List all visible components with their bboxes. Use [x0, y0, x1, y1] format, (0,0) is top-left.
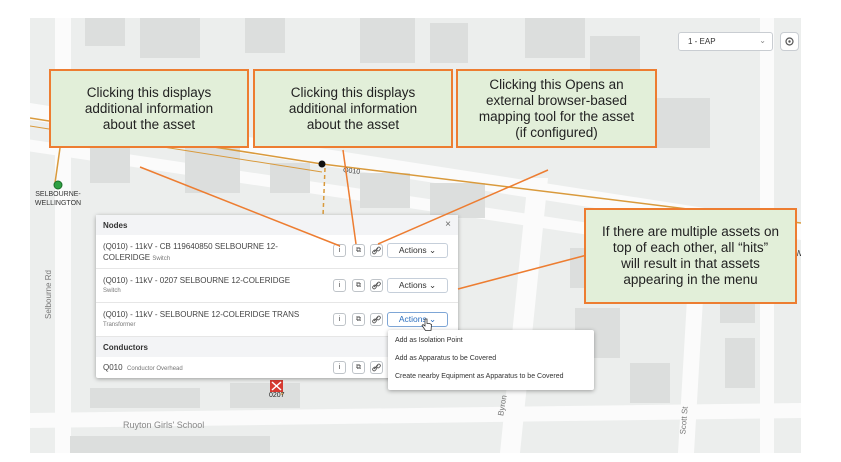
link-icon [372, 281, 381, 290]
info-button[interactable]: i [333, 361, 346, 374]
link-button[interactable] [370, 313, 383, 326]
layer-select[interactable]: 1 - EAP ⌄ [678, 32, 773, 51]
conductor-row-name: Q010 Conductor Overhead [103, 363, 183, 372]
copy-button[interactable]: ⧉ [352, 361, 365, 374]
link-icon [372, 246, 381, 255]
node-row[interactable]: (Q010) - 11kV - CB 119640850 SELBOURNE 1… [96, 235, 458, 269]
node-row[interactable]: (Q010) - 11kV - 0207 SELBOURNE 12-COLERI… [96, 269, 458, 303]
locate-icon [785, 37, 794, 46]
copy-button[interactable]: ⧉ [352, 244, 365, 257]
substation-marker[interactable] [53, 180, 63, 190]
copy-button[interactable]: ⧉ [352, 313, 365, 326]
locate-button[interactable] [780, 32, 799, 51]
actions-dropdown: Add as Isolation Point Add as Apparatus … [388, 330, 594, 390]
link-button[interactable] [370, 279, 383, 292]
close-icon[interactable]: × [445, 219, 451, 230]
menu-item-isolation-point[interactable]: Add as Isolation Point [395, 337, 463, 344]
school-label: Ruyton Girls' School [123, 420, 205, 430]
chevron-down-icon: ⌄ [759, 36, 766, 45]
marker-label: 0207 [269, 392, 285, 399]
node-row-name: (Q010) - 11kV - SELBOURNE 12-COLERIDGE T… [103, 310, 300, 328]
actions-button[interactable]: Actions ⌄ [387, 312, 448, 327]
actions-button[interactable]: Actions ⌄ [387, 243, 448, 258]
link-icon [372, 315, 381, 324]
link-icon [372, 363, 381, 372]
copy-button[interactable]: ⧉ [352, 279, 365, 292]
callout-info-1: Clicking this displays additional informa… [49, 69, 249, 148]
info-button[interactable]: i [333, 279, 346, 292]
callout-link: Clicking this Opens an external browser-b… [456, 69, 657, 148]
substation-label: SELBOURNE- WELLINGTON [34, 191, 82, 207]
hand-cursor-icon [421, 318, 432, 331]
node-row-name: (Q010) - 11kV - 0207 SELBOURNE 12-COLERI… [103, 276, 291, 294]
link-button[interactable] [370, 361, 383, 374]
info-button[interactable]: i [333, 244, 346, 257]
info-button[interactable]: i [333, 313, 346, 326]
street-label-selbourne: Selbourne Rd [43, 270, 53, 319]
nodes-header: Nodes × [96, 215, 458, 235]
link-button[interactable] [370, 244, 383, 257]
callout-multiple-assets: If there are multiple assets on top of ea… [584, 208, 797, 304]
menu-item-apparatus-covered[interactable]: Add as Apparatus to be Covered [395, 355, 496, 362]
node-row-name: (Q010) - 11kV - CB 119640850 SELBOURNE 1… [103, 242, 278, 262]
menu-item-nearby-equipment[interactable]: Create nearby Equipment as Apparatus to … [395, 373, 564, 380]
actions-button[interactable]: Actions ⌄ [387, 278, 448, 293]
callout-info-2: Clicking this displays additional informa… [253, 69, 453, 148]
node-point[interactable] [318, 160, 326, 168]
